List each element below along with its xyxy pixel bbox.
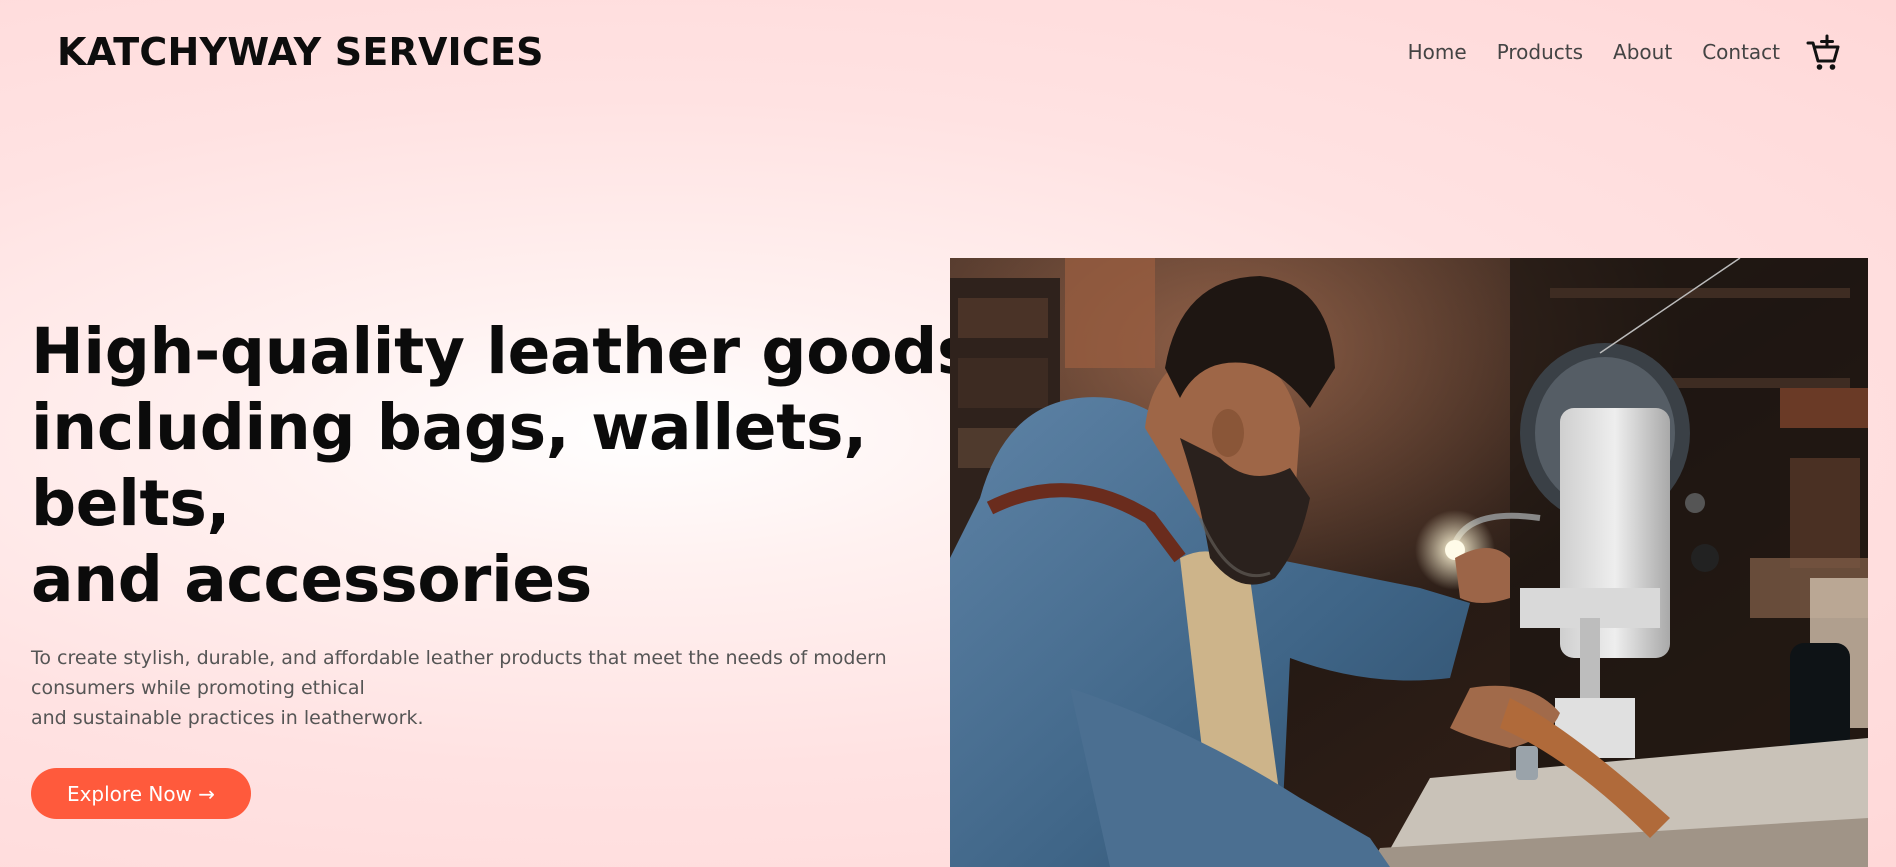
hero-description-line: To create stylish, durable, and affordab…	[31, 647, 887, 669]
hero-description: To create stylish, durable, and affordab…	[31, 643, 951, 733]
hero-title: High-quality leather goods including bag…	[31, 314, 975, 618]
cart-plus-icon[interactable]	[1806, 34, 1840, 72]
nav-links: Home Products About Contact	[1378, 40, 1780, 64]
brand-logo[interactable]: KATCHYWAY SERVICES	[57, 30, 544, 74]
nav-link-about[interactable]: About	[1613, 40, 1672, 64]
hero-description-line: consumers while promoting ethical	[31, 677, 365, 699]
nav-link-home[interactable]: Home	[1408, 40, 1467, 64]
nav-link-products[interactable]: Products	[1497, 40, 1583, 64]
navbar: KATCHYWAY SERVICES Home Products About C…	[0, 0, 1896, 106]
hero-title-line: High-quality leather goods	[31, 315, 975, 388]
hero-image-leather-craftsman	[950, 258, 1868, 867]
hero-title-line: belts,	[31, 467, 231, 540]
explore-now-button[interactable]: Explore Now →	[31, 768, 251, 819]
nav-link-contact[interactable]: Contact	[1702, 40, 1780, 64]
hero-title-line: and accessories	[31, 543, 592, 616]
hero-title-line: including bags, wallets,	[31, 391, 867, 464]
hero-description-line: and sustainable practices in leatherwork…	[31, 707, 424, 729]
